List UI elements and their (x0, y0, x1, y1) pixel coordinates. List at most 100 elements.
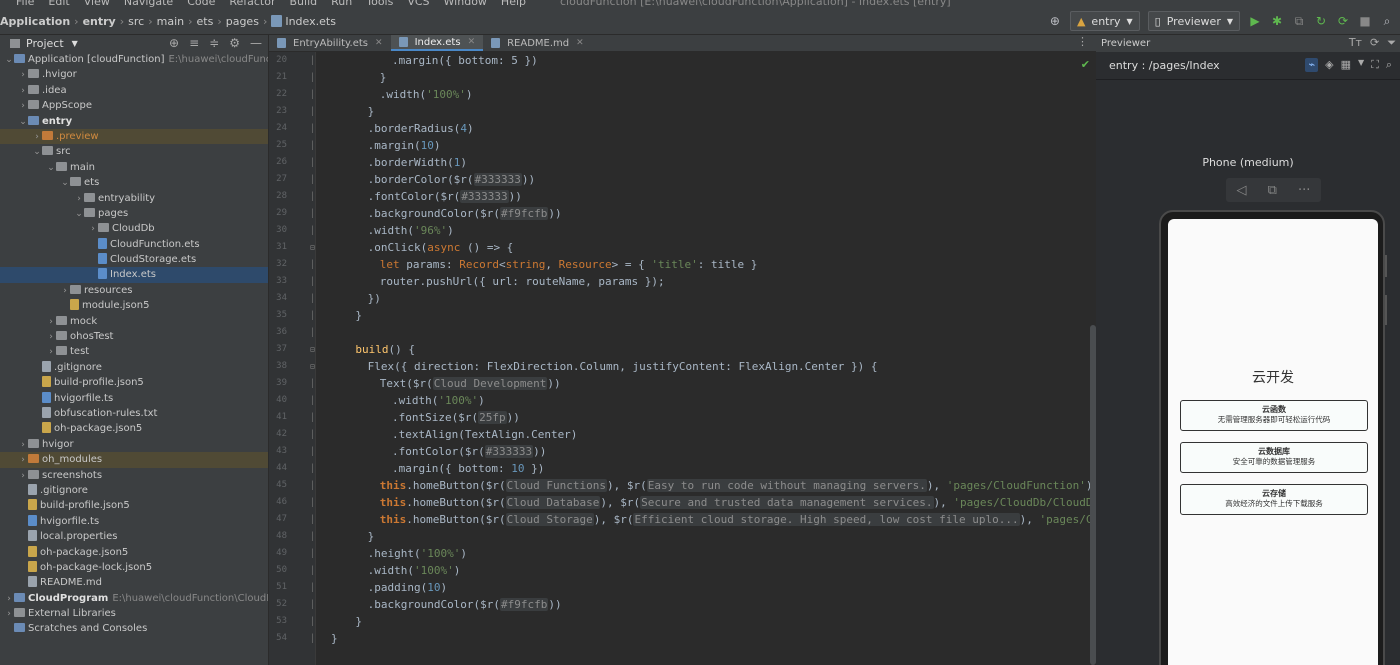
tree-item[interactable]: › mock (0, 314, 268, 329)
chevron-right-icon[interactable]: › (46, 330, 56, 345)
fold-marker-icon[interactable]: │ (310, 579, 315, 596)
chevron-down-icon[interactable]: ⌄ (46, 161, 56, 176)
tree-item[interactable]: hvigorfile.ts (0, 514, 268, 529)
fold-marker-icon[interactable]: │ (310, 171, 315, 188)
run-icon[interactable]: ▶ (1248, 14, 1262, 28)
tree-item[interactable]: CloudFunction.ets (0, 237, 268, 252)
chevron-right-icon[interactable]: › (18, 469, 28, 484)
fold-marker-icon[interactable]: │ (310, 273, 315, 290)
tree-item[interactable]: ⌄ src (0, 144, 268, 159)
close-icon[interactable]: ✕ (468, 37, 476, 47)
menu-item-file[interactable]: File (16, 0, 34, 8)
chevron-down-icon[interactable]: ⌄ (74, 207, 84, 222)
fold-marker-icon[interactable]: │ (310, 52, 315, 69)
menu-item-navigate[interactable]: Navigate (124, 0, 173, 8)
chevron-down-icon[interactable]: ⌄ (32, 145, 42, 160)
chevron-right-icon[interactable]: › (18, 99, 28, 114)
fold-marker-icon[interactable]: │ (310, 86, 315, 103)
tree-item[interactable]: › .idea (0, 83, 268, 98)
fold-marker-icon[interactable]: │ (310, 69, 315, 86)
inspector-toggle-icon[interactable]: ⌁ (1305, 58, 1319, 72)
apply-changes-icon[interactable]: ↻ (1314, 14, 1328, 28)
locate-file-icon[interactable]: ⊕ (169, 36, 179, 50)
chevron-right-icon[interactable]: › (18, 68, 28, 83)
chevron-right-icon[interactable]: › (4, 607, 14, 622)
grid-layout-icon[interactable]: ▦ (1341, 58, 1351, 72)
menu-item-code[interactable]: Code (187, 0, 215, 8)
fold-marker-icon[interactable]: │ (310, 120, 315, 137)
tree-item[interactable]: .gitignore (0, 360, 268, 375)
tree-item[interactable]: ⌄ ets (0, 175, 268, 190)
fold-marker-icon[interactable]: │ (310, 307, 315, 324)
expand-all-icon[interactable]: ≡ (189, 36, 199, 50)
fold-marker-icon[interactable]: │ (310, 511, 315, 528)
tree-item[interactable]: Index.ets (0, 267, 268, 283)
breadcrumb-item[interactable]: Application (0, 15, 70, 28)
project-view-selector[interactable]: Project (26, 37, 64, 50)
fold-marker-icon[interactable]: │ (310, 222, 315, 239)
editor-tab[interactable]: EntryAbility.ets ✕ (269, 35, 391, 51)
menu-item-window[interactable]: Window (444, 0, 487, 8)
fold-marker-icon[interactable]: │ (310, 409, 315, 426)
chevron-right-icon[interactable]: › (18, 84, 28, 99)
zoom-icon[interactable]: ⌕ (1386, 58, 1392, 72)
close-icon[interactable]: ✕ (375, 38, 383, 48)
refresh-icon[interactable]: ⟳ (1370, 36, 1379, 50)
tree-item[interactable]: › entryability (0, 191, 268, 206)
cloud-storage-button[interactable]: 云存储 高效经济的文件上传下载服务 (1180, 484, 1368, 515)
tree-item[interactable]: › .hvigor (0, 67, 268, 82)
menu-item-view[interactable]: View (84, 0, 110, 8)
apply-code-changes-icon[interactable]: ⟳ (1336, 14, 1350, 28)
chevron-right-icon[interactable]: › (60, 284, 70, 299)
gear-icon[interactable]: ⚙ (229, 36, 240, 50)
fullscreen-icon[interactable]: ⛶ (1371, 58, 1379, 72)
tree-item[interactable]: module.json5 (0, 298, 268, 313)
attach-debugger-icon[interactable]: ⧉ (1292, 14, 1306, 28)
tree-item[interactable]: › CloudProgram E:\huawei\cloudFunction\Clo… (0, 591, 268, 606)
target-icon[interactable]: ⊕ (1048, 14, 1062, 28)
fold-marker-icon[interactable]: │ (310, 630, 315, 647)
fold-marker-icon[interactable]: │ (310, 596, 315, 613)
fold-marker-icon[interactable]: │ (310, 137, 315, 154)
rotate-icon[interactable]: ⧉ (1268, 183, 1277, 198)
tree-item[interactable]: › hvigor (0, 437, 268, 452)
tree-item[interactable]: build-profile.json5 (0, 498, 268, 513)
fold-marker-icon[interactable]: │ (310, 154, 315, 171)
chevron-right-icon[interactable]: › (32, 130, 42, 145)
breadcrumb-item[interactable]: main (157, 15, 184, 28)
tree-item[interactable]: › CloudDb (0, 221, 268, 236)
fold-marker-icon[interactable]: │ (310, 545, 315, 562)
chevron-right-icon[interactable]: › (4, 592, 14, 607)
text-size-icon[interactable]: Tт (1349, 36, 1362, 50)
menu-item-edit[interactable]: Edit (48, 0, 69, 8)
fold-marker-icon[interactable]: │ (310, 290, 315, 307)
breadcrumb-item[interactable]: ets (197, 15, 214, 28)
editor-tab[interactable]: README.md ✕ (483, 35, 592, 51)
fold-marker-icon[interactable]: ⊟ (310, 239, 315, 256)
breadcrumb-item[interactable]: pages (226, 15, 259, 28)
chevron-right-icon[interactable]: › (18, 453, 28, 468)
tree-item[interactable]: .gitignore (0, 483, 268, 498)
fold-marker-icon[interactable]: │ (310, 188, 315, 205)
fold-marker-icon[interactable]: │ (310, 460, 315, 477)
close-icon[interactable]: ✕ (576, 38, 584, 48)
menu-item-tools[interactable]: Tools (366, 0, 393, 8)
menu-item-run[interactable]: Run (331, 0, 352, 8)
tree-item[interactable]: › oh_modules (0, 452, 268, 468)
tree-item[interactable]: oh-package.json5 (0, 545, 268, 560)
chevron-down-icon[interactable]: ⌄ (60, 176, 70, 191)
layers-icon[interactable]: ◈ (1325, 58, 1333, 72)
fold-marker-icon[interactable]: │ (310, 392, 315, 409)
cloud-function-button[interactable]: 云函数 无需管理服务器即可轻松运行代码 (1180, 400, 1368, 431)
breadcrumb-item[interactable]: entry (83, 15, 116, 28)
menu-item-build[interactable]: Build (290, 0, 318, 8)
chevron-right-icon[interactable]: › (46, 345, 56, 360)
back-icon[interactable]: ◁ (1237, 183, 1247, 198)
debug-icon[interactable]: ✱ (1270, 14, 1284, 28)
fold-marker-icon[interactable]: │ (310, 205, 315, 222)
stop-icon[interactable]: ■ (1358, 14, 1372, 28)
fold-marker-icon[interactable]: │ (310, 103, 315, 120)
tree-item[interactable]: › .preview (0, 128, 268, 145)
tree-item[interactable]: › resources (0, 283, 268, 298)
chevron-down-icon[interactable]: ▼ (72, 39, 78, 48)
